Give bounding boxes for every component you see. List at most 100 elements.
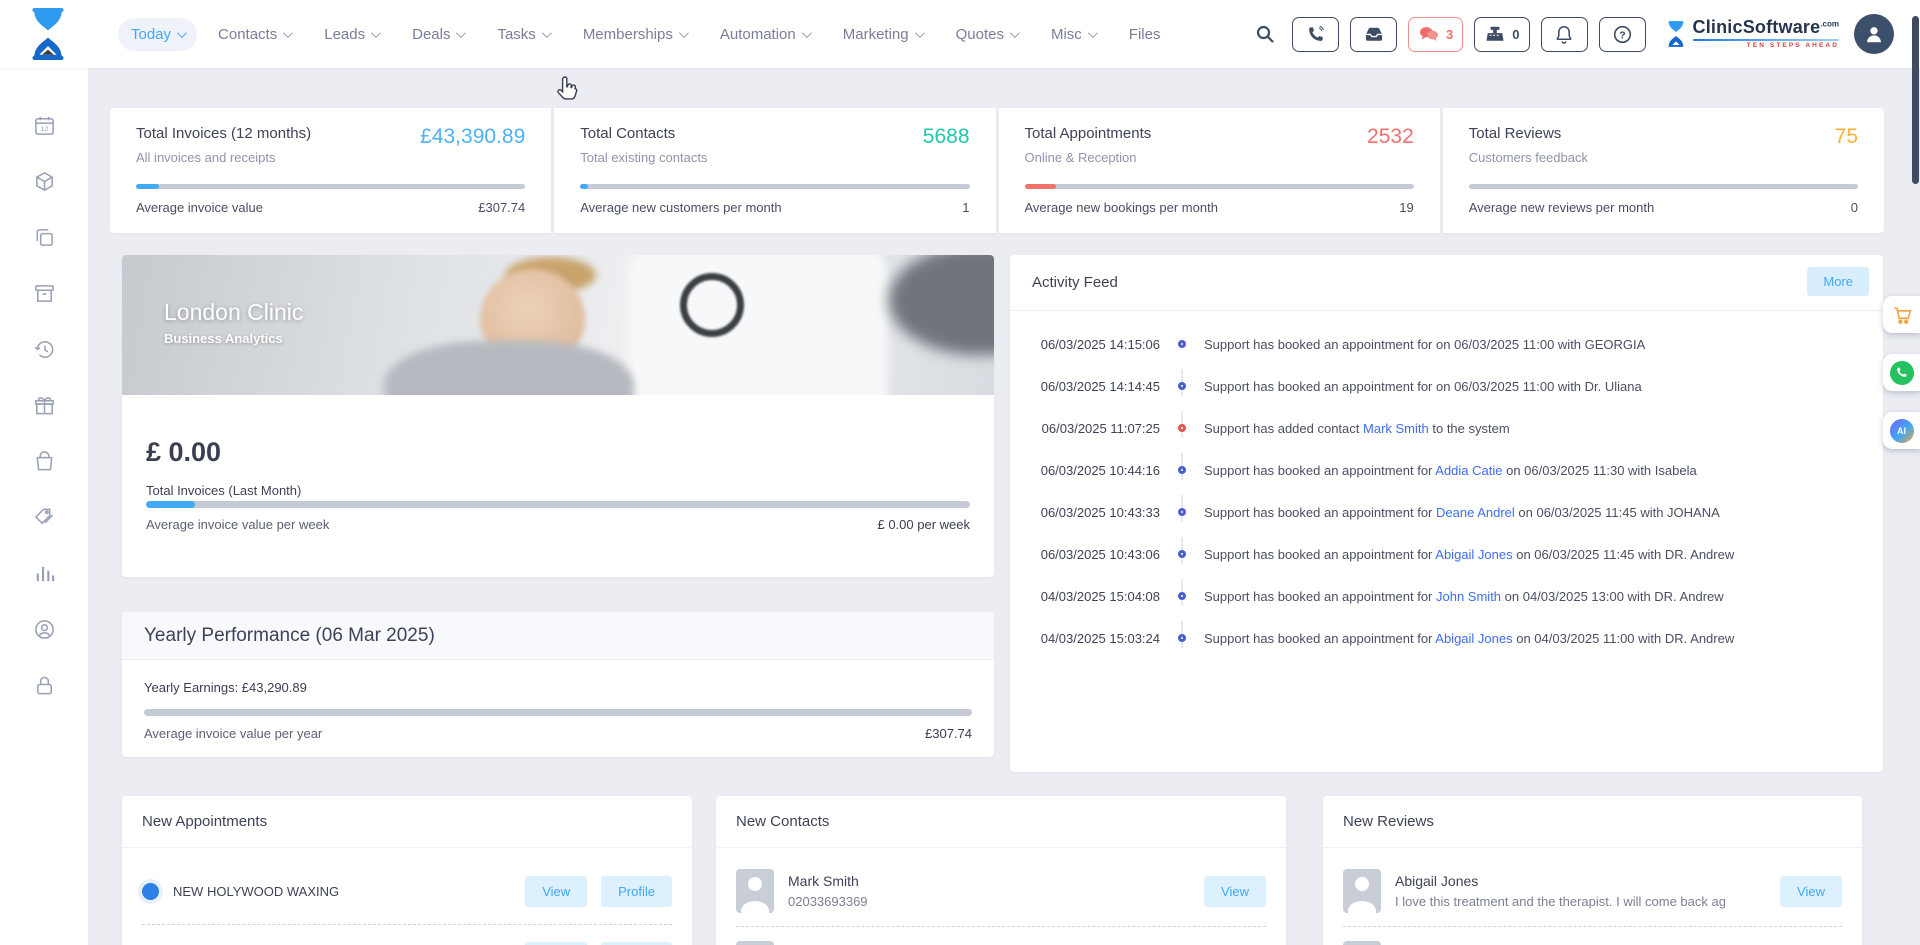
- appointment-dot-icon: [142, 882, 159, 900]
- timeline-dot-wrap: [1160, 382, 1204, 438]
- nav-deals[interactable]: Deals: [399, 18, 476, 51]
- nav-misc[interactable]: Misc: [1038, 18, 1108, 51]
- progress-fill: [146, 501, 196, 508]
- nav-automation-label: Automation: [719, 25, 796, 43]
- view-button[interactable]: View: [1780, 875, 1842, 907]
- view-button[interactable]: View: [1204, 875, 1266, 907]
- stat-value: 5688: [922, 125, 970, 148]
- contact-link[interactable]: John Smith: [1436, 589, 1501, 604]
- nav-files[interactable]: Files: [1116, 18, 1174, 51]
- phone-icon: [1309, 25, 1324, 41]
- stats-row: Total Invoices (12 months) All invoices …: [110, 108, 1884, 233]
- help-button[interactable]: ?: [1598, 16, 1646, 52]
- card-header: New Reviews: [1323, 796, 1862, 848]
- nav-tasks[interactable]: Tasks: [484, 18, 561, 51]
- activity-entry: 06/03/2025 10:43:33 Support has booked a…: [1032, 491, 1861, 564]
- sidebar-copy-icon[interactable]: [33, 226, 56, 249]
- stat-footer-label: Average new reviews per month: [1468, 200, 1655, 215]
- sidebar-support-icon[interactable]: [33, 618, 56, 641]
- nav-files-label: Files: [1128, 25, 1161, 43]
- chevron-down-icon: [801, 27, 812, 38]
- bell-icon: [1556, 25, 1572, 44]
- ai-widget-button[interactable]: AI: [1883, 412, 1920, 449]
- sidebar-shopping-bag-icon[interactable]: [33, 450, 56, 473]
- activity-message: Support has booked an appointment for Ad…: [1204, 463, 1697, 478]
- nav-marketing[interactable]: Marketing: [830, 18, 935, 51]
- timeline-dot-icon: [1178, 340, 1186, 348]
- activity-time: 06/03/2025 10:43:33: [1040, 504, 1160, 520]
- progress-bar: [1468, 184, 1858, 189]
- row-divider: [142, 924, 672, 925]
- phone-button[interactable]: [1292, 16, 1340, 52]
- clinicsoftware-dashboard: Today Contacts Leads Deals Tasks Members…: [0, 0, 1920, 945]
- chevron-down-icon: [176, 27, 187, 38]
- chevron-down-icon: [371, 27, 381, 38]
- sidebar-calendar-icon[interactable]: 12: [33, 114, 56, 137]
- activity-time: 04/03/2025 15:03:24: [1040, 630, 1160, 646]
- contact-link[interactable]: Mark Smith: [1363, 421, 1429, 436]
- nav-contacts[interactable]: Contacts: [205, 18, 303, 51]
- chevron-down-icon: [541, 27, 552, 38]
- message-text: on 06/03/2025 11:45 with DR. Andrew: [1512, 546, 1735, 562]
- profile-button[interactable]: Profile: [601, 941, 672, 945]
- nav-leads[interactable]: Leads: [311, 18, 391, 51]
- contact-avatar: [736, 941, 774, 945]
- stat-title: Total Invoices (12 months): [136, 125, 312, 142]
- activity-time: 06/03/2025 14:15:06: [1040, 336, 1160, 352]
- search-icon[interactable]: [1255, 24, 1275, 44]
- stat-footer: Average new reviews per month 0: [1469, 200, 1858, 215]
- stat-title: Total Contacts: [580, 125, 676, 142]
- message-text: on 04/03/2025 13:00 with DR. Andrew: [1501, 588, 1724, 604]
- nav-marketing-label: Marketing: [842, 25, 909, 43]
- phone-icon: [1889, 360, 1914, 385]
- notifications-button[interactable]: [1540, 16, 1588, 52]
- contact-row: Unknown Caller View: [736, 932, 1266, 945]
- stat-subtitle: All invoices and receipts: [136, 150, 276, 165]
- brand-tld: .com: [1820, 19, 1839, 29]
- clinicsoftware-wordmark[interactable]: ClinicSoftware.com TEN STEPS AHEAD: [1665, 17, 1839, 50]
- activity-entry: 06/03/2025 14:15:06 Support has booked a…: [1032, 323, 1861, 396]
- nav-memberships[interactable]: Memberships: [570, 18, 699, 51]
- profile-button[interactable]: Profile: [601, 875, 672, 907]
- contact-link[interactable]: Addia Catie: [1435, 463, 1502, 478]
- appointment-row: Intimate waxing - Full body male includi…: [142, 928, 672, 945]
- activity-entry: 04/03/2025 15:03:24 Support has booked a…: [1032, 617, 1861, 659]
- activity-message: Support has booked an appointment for on…: [1204, 337, 1645, 352]
- cart-widget-button[interactable]: [1883, 296, 1920, 333]
- scrollbar-thumb[interactable]: [1912, 16, 1919, 184]
- progress-fill: [580, 184, 589, 189]
- timeline-dot-icon: [1178, 592, 1186, 600]
- message-text: on 04/03/2025 11:00 with DR. Andrew: [1512, 630, 1735, 646]
- app-logo-hourglass-icon[interactable]: [26, 8, 70, 60]
- view-button[interactable]: View: [525, 941, 588, 945]
- person-icon: [1867, 27, 1881, 43]
- chat-button[interactable]: 3: [1408, 16, 1464, 52]
- activity-message: Support has added contact Mark Smith to …: [1204, 421, 1510, 436]
- sidebar-history-icon[interactable]: [33, 338, 56, 361]
- view-button[interactable]: View: [525, 875, 588, 907]
- timeline-dot-icon: [1178, 634, 1186, 642]
- nav-automation[interactable]: Automation: [707, 18, 822, 51]
- sidebar-archive-icon[interactable]: [33, 282, 56, 305]
- contact-name: Mark Smith: [788, 873, 859, 889]
- sidebar-bar-chart-icon[interactable]: [33, 562, 56, 585]
- cash-register-button[interactable]: 0: [1474, 16, 1530, 52]
- photo-shape: [383, 341, 634, 395]
- user-avatar[interactable]: [1854, 14, 1894, 54]
- nav-today[interactable]: Today: [118, 17, 198, 51]
- contact-link[interactable]: Abigail Jones: [1435, 631, 1512, 646]
- sidebar-lock-icon[interactable]: [33, 674, 56, 697]
- sidebar-tags-icon[interactable]: [33, 506, 56, 529]
- sidebar-gift-icon[interactable]: [33, 394, 56, 417]
- contact-link[interactable]: Abigail Jones: [1435, 547, 1512, 562]
- last-month-footer-label: Average invoice value per week: [146, 517, 330, 532]
- sidebar-cube-icon[interactable]: [33, 170, 56, 193]
- clinic-name: London Clinic: [164, 299, 304, 325]
- more-button[interactable]: More: [1807, 267, 1869, 296]
- nav-quotes[interactable]: Quotes: [943, 18, 1030, 51]
- contact-link[interactable]: Deane Andrel: [1436, 505, 1515, 520]
- ai-icon: AI: [1889, 418, 1914, 443]
- brand-name: ClinicSoftware: [1692, 17, 1821, 38]
- call-widget-button[interactable]: [1883, 354, 1920, 391]
- inbox-button[interactable]: [1350, 16, 1398, 52]
